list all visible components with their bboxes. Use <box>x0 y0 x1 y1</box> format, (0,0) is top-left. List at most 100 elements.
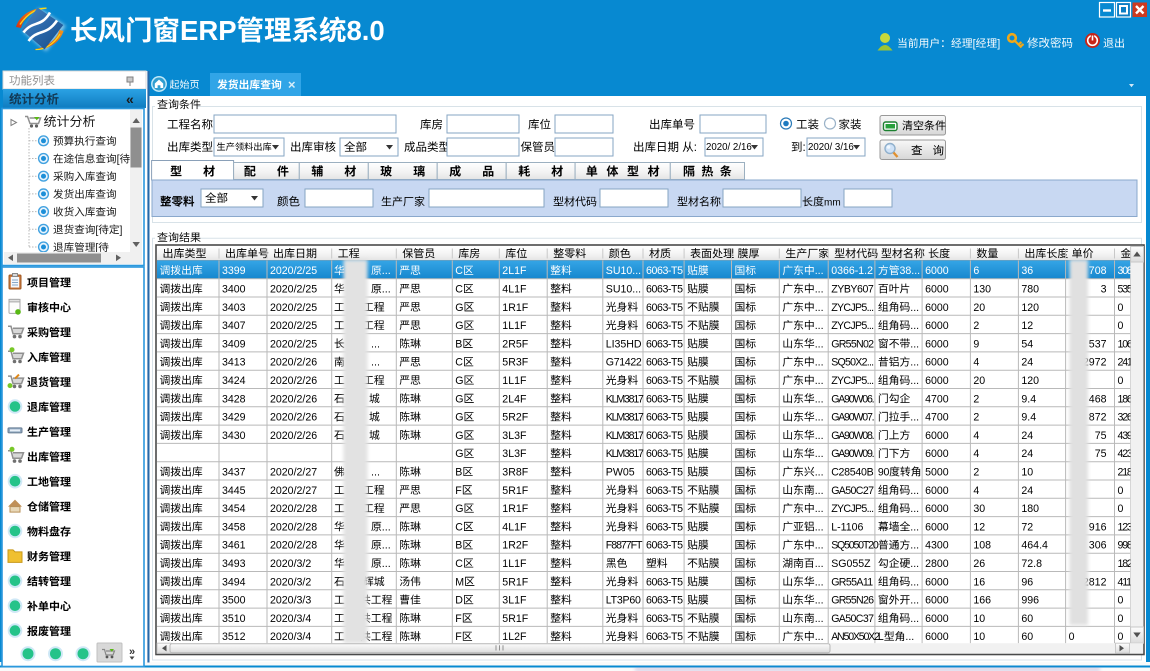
svg-text:...: ... <box>815 320 824 332</box>
svg-text:0: 0 <box>1118 320 1124 332</box>
svg-text:...: ... <box>815 412 824 424</box>
svg-text:996: 996 <box>1021 595 1039 607</box>
svg-text:6063-T5: 6063-T5 <box>646 631 683 643</box>
svg-text:3424: 3424 <box>222 375 246 387</box>
svg-text:KLM3817: KLM3817 <box>606 412 644 424</box>
svg-text:3L3F: 3L3F <box>502 430 527 442</box>
svg-text::: : <box>694 142 697 154</box>
svg-text:537: 537 <box>1089 338 1107 350</box>
svg-text:6063-T5: 6063-T5 <box>646 302 683 314</box>
svg-text:...: ... <box>815 558 824 570</box>
svg-text:2: 2 <box>973 412 979 424</box>
svg-text:6000: 6000 <box>925 485 949 497</box>
svg-text:ERP: ERP <box>180 15 237 46</box>
svg-text:...: ... <box>910 320 919 332</box>
svg-text:2800: 2800 <box>925 558 949 570</box>
svg-text:2020/2/28: 2020/2/28 <box>270 521 317 533</box>
svg-text:6000: 6000 <box>925 357 949 369</box>
svg-text:C: C <box>455 558 463 570</box>
svg-text:1L1F: 1L1F <box>502 558 527 570</box>
svg-text:4: 4 <box>973 485 979 497</box>
svg-text:B: B <box>455 540 462 552</box>
svg-text:...: ... <box>910 558 919 570</box>
svg-text:G71422: G71422 <box>606 357 642 369</box>
svg-text:2020/2/25: 2020/2/25 <box>270 302 317 314</box>
svg-text:3407: 3407 <box>222 320 246 332</box>
svg-text:2L1F: 2L1F <box>502 265 527 277</box>
svg-text:108: 108 <box>973 540 991 552</box>
svg-text:...: ... <box>910 503 919 515</box>
svg-text:...: ... <box>382 540 391 552</box>
svg-text:423: 423 <box>1118 448 1133 460</box>
svg-text:2020/2/28: 2020/2/28 <box>270 540 317 552</box>
svg-text:C: C <box>455 357 463 369</box>
svg-text:0: 0 <box>1118 503 1124 515</box>
svg-text:75: 75 <box>1095 448 1107 460</box>
svg-text:L-1106: L-1106 <box>831 521 863 533</box>
svg-text:...: ... <box>815 576 824 588</box>
svg-text:6063-T5: 6063-T5 <box>646 613 683 625</box>
svg-text:3: 3 <box>1101 284 1107 296</box>
svg-text:3445: 3445 <box>222 485 246 497</box>
svg-text:3458: 3458 <box>222 521 246 533</box>
svg-text:GA90W07.: GA90W07. <box>831 412 873 424</box>
svg-text:120: 120 <box>1021 302 1039 314</box>
svg-text:...: ... <box>910 613 919 625</box>
svg-text:4L1F: 4L1F <box>502 284 527 296</box>
svg-text:6000: 6000 <box>925 576 949 588</box>
svg-text:60: 60 <box>1021 631 1033 643</box>
svg-text:123: 123 <box>1118 521 1133 533</box>
svg-text:60: 60 <box>1021 613 1033 625</box>
svg-text:6063-T5: 6063-T5 <box>646 540 683 552</box>
svg-text:...: ... <box>910 540 919 552</box>
svg-text:ZYBY607: ZYBY607 <box>831 284 874 296</box>
svg-text:6063-T5: 6063-T5 <box>646 485 683 497</box>
svg-text:54: 54 <box>1021 338 1033 350</box>
svg-text:...: ... <box>815 467 824 479</box>
svg-text:L: L <box>878 631 884 643</box>
svg-text:...: ... <box>815 357 824 369</box>
svg-text:96: 96 <box>1021 576 1033 588</box>
svg-text:2020/2/25: 2020/2/25 <box>270 338 317 350</box>
svg-text:6063-T5: 6063-T5 <box>646 393 683 405</box>
svg-text:36: 36 <box>1021 265 1033 277</box>
svg-text:2L4F: 2L4F <box>502 393 527 405</box>
svg-text:6: 6 <box>973 265 979 277</box>
svg-text:2020/ 3/16: 2020/ 3/16 <box>808 142 854 153</box>
svg-text:6000: 6000 <box>925 302 949 314</box>
svg-text:6000: 6000 <box>925 375 949 387</box>
svg-text:ZYCJP5...: ZYCJP5... <box>831 302 873 314</box>
svg-text:106: 106 <box>1118 338 1133 350</box>
svg-text:6063-T5: 6063-T5 <box>646 503 683 515</box>
svg-text:0: 0 <box>1118 375 1124 387</box>
svg-text:0: 0 <box>1069 631 1075 643</box>
svg-text:2020/2/26: 2020/2/26 <box>270 375 317 387</box>
svg-text:12: 12 <box>973 521 985 533</box>
svg-text:4: 4 <box>973 357 979 369</box>
svg-text:D: D <box>455 595 463 607</box>
svg-text:[: [ <box>95 224 98 236</box>
svg-text:mm: mm <box>824 198 841 209</box>
svg-text:4700: 4700 <box>925 393 949 405</box>
svg-text:...: ... <box>815 393 824 405</box>
svg-text:...: ... <box>815 338 824 350</box>
svg-text:C: C <box>455 265 463 277</box>
svg-text:1R2F: 1R2F <box>502 540 528 552</box>
svg-text:6063-T5: 6063-T5 <box>646 284 683 296</box>
svg-text:2020/2/25: 2020/2/25 <box>270 265 317 277</box>
svg-text:0: 0 <box>1118 613 1124 625</box>
svg-text:3500: 3500 <box>222 595 246 607</box>
svg-text:...: ... <box>382 265 391 277</box>
svg-text:SG055Z: SG055Z <box>831 558 871 570</box>
svg-text:2020/3/2: 2020/3/2 <box>270 558 311 570</box>
svg-text::: : <box>803 142 806 154</box>
svg-text:6000: 6000 <box>925 284 949 296</box>
svg-text:20: 20 <box>973 375 985 387</box>
svg-text:3493: 3493 <box>222 558 246 570</box>
svg-text:KLM3817: KLM3817 <box>606 448 644 460</box>
svg-text:75: 75 <box>1095 430 1107 442</box>
svg-text:GA50C27: GA50C27 <box>831 485 874 497</box>
svg-text:3L1F: 3L1F <box>502 595 527 607</box>
svg-text:G: G <box>455 302 463 314</box>
svg-text:5R2F: 5R2F <box>502 412 528 424</box>
